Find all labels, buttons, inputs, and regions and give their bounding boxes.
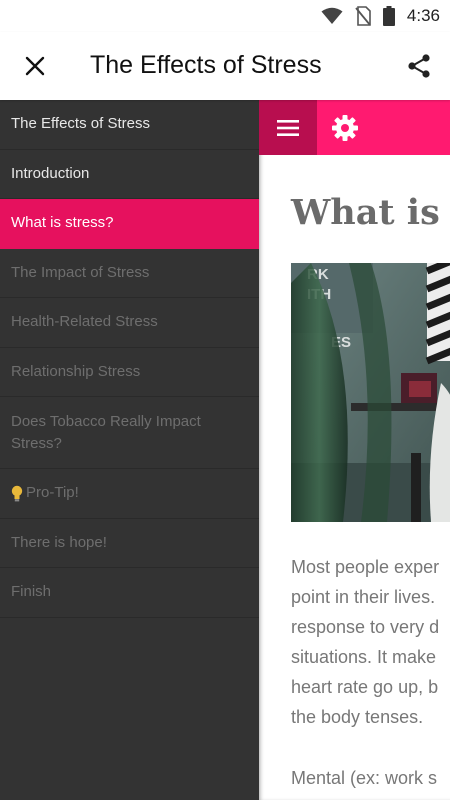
app-bar: The Effects of Stress	[0, 32, 450, 100]
wifi-icon	[321, 7, 343, 24]
lesson-paragraph: Most people exper point in their lives. …	[291, 552, 450, 732]
drawer-item-the-impact-of-stress[interactable]: The Impact of Stress	[0, 249, 259, 298]
share-icon	[408, 54, 430, 78]
drawer-item-there-is-hope[interactable]: There is hope!	[0, 519, 259, 568]
drawer-item-label: The Effects of Stress	[11, 115, 150, 133]
drawer-item-label: Introduction	[11, 164, 90, 182]
drawer-item-health-related-stress[interactable]: Health-Related Stress	[0, 298, 259, 348]
drawer-item-does-tobacco-really-impact-stress[interactable]: Does Tobacco Really Impact Stress?	[0, 397, 259, 469]
gear-icon	[332, 115, 358, 141]
settings-button[interactable]	[329, 112, 361, 144]
drawer-item-introduction[interactable]: Introduction	[0, 150, 259, 199]
drawer-item-label: What is stress?	[11, 214, 114, 232]
paragraph-line: situations. It make	[291, 647, 437, 667]
lesson-paragraph-2: Mental (ex: work s	[291, 768, 438, 788]
drawer-item-pro-tip[interactable]: Pro-Tip!	[0, 469, 259, 519]
status-time: 4:36	[406, 6, 440, 25]
drawer-item-finish[interactable]: Finish	[0, 568, 259, 618]
paragraph-line: Most people exper	[291, 557, 440, 577]
status-icons: 4:36	[321, 6, 440, 26]
lesson-content: What is s RK ITH ES	[259, 100, 450, 800]
drawer-item-label: Does Tobacco Really Impact Stress?	[11, 412, 201, 452]
lesson-heading: What is s	[291, 192, 450, 233]
drawer-item-label: Relationship Stress	[11, 362, 141, 380]
paragraph-line: the body tenses.	[291, 707, 424, 727]
hamburger-menu-icon	[277, 119, 299, 136]
drawer-item-relationship-stress[interactable]: Relationship Stress	[0, 348, 259, 397]
drawer-item-the-effects-of-stress[interactable]: The Effects of Stress	[0, 100, 259, 150]
close-icon	[25, 56, 45, 76]
app-title: The Effects of Stress	[90, 51, 322, 79]
lesson-image: RK ITH ES	[291, 263, 450, 522]
paragraph-line: response to very d	[291, 617, 440, 637]
battery-icon	[382, 6, 395, 26]
drawer-item-label: There is hope!	[11, 533, 107, 551]
drawer-item-label: Finish	[11, 583, 52, 601]
close-button[interactable]	[18, 49, 52, 83]
no-sim-icon	[355, 6, 371, 26]
status-bar: 4:36	[0, 0, 450, 32]
share-button[interactable]	[402, 49, 436, 83]
drawer-item-label: Health-Related Stress	[11, 313, 158, 331]
paragraph-line: heart rate go up, b	[291, 677, 439, 697]
navigation-drawer: The Effects of Stress Introduction What …	[0, 100, 259, 800]
drawer-item-what-is-stress[interactable]: What is stress?	[0, 199, 259, 249]
content-toolbar	[259, 100, 450, 155]
menu-button[interactable]	[259, 100, 317, 155]
paragraph-line: point in their lives.	[291, 587, 436, 607]
drawer-item-label: The Impact of Stress	[11, 263, 150, 281]
drawer-item-label: Pro-Tip!	[26, 484, 79, 502]
lightbulb-icon	[11, 485, 23, 502]
